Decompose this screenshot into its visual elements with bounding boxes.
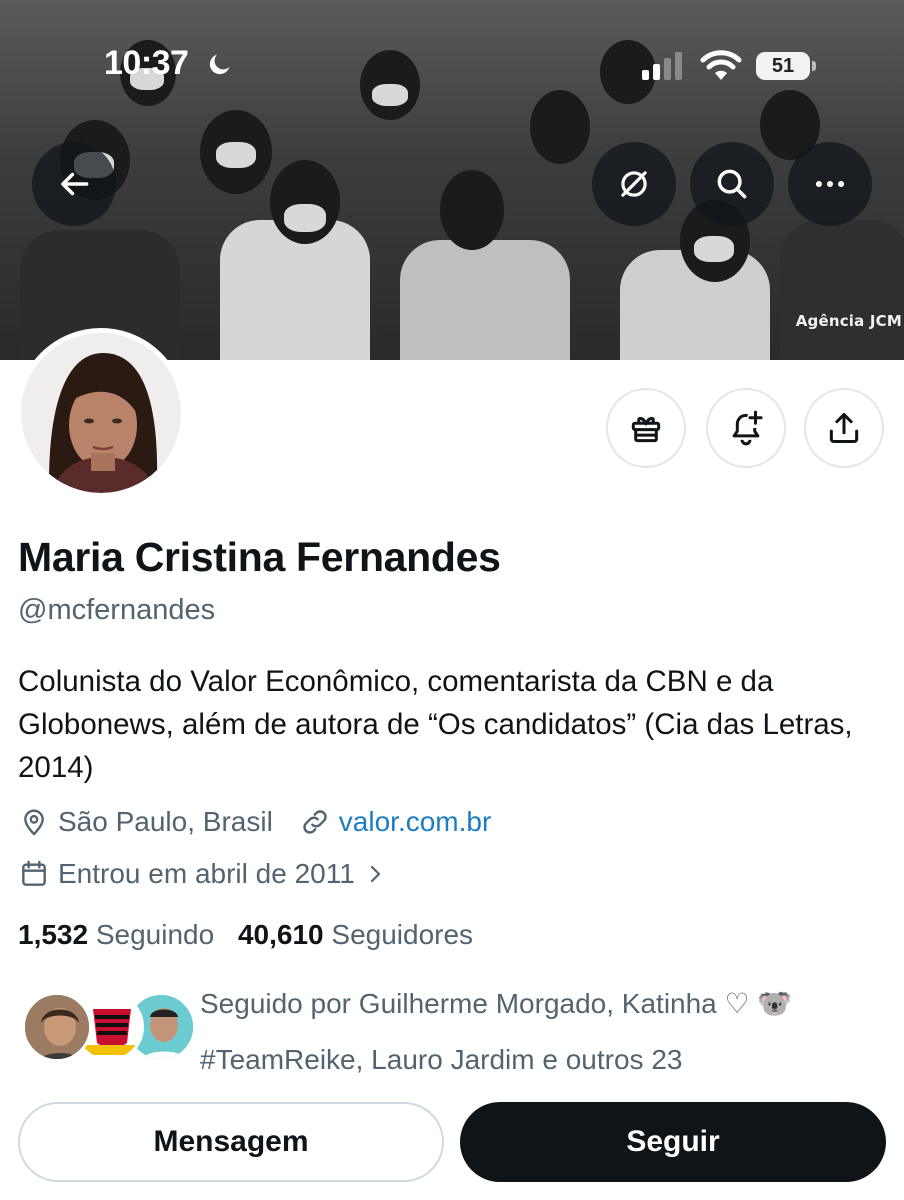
chevron-right-icon <box>370 865 380 883</box>
person-portrait-icon <box>21 333 181 493</box>
followers-label: Seguidores <box>331 919 474 950</box>
location-pin-icon <box>24 809 44 836</box>
follow-button[interactable]: Seguir <box>460 1102 886 1182</box>
eye-slash-icon <box>621 171 647 197</box>
link-icon <box>303 810 327 834</box>
followers-count: 40,610 <box>237 919 324 950</box>
share-button[interactable] <box>804 388 884 468</box>
follow-stats: 1,532 Seguindo 40,610 Seguidores <box>18 919 473 951</box>
share-icon <box>829 413 859 443</box>
back-arrow-icon <box>61 172 89 196</box>
following-label: Seguindo <box>95 919 215 950</box>
battery-level: 51 <box>756 52 810 80</box>
followed-by-avatars[interactable] <box>22 992 196 1064</box>
profile-website-link[interactable]: valor.com.br <box>339 806 492 838</box>
battery-indicator: 51 <box>756 52 816 80</box>
profile-bio: Colunista do Valor Econômico, comentaris… <box>18 665 853 784</box>
profile-meta-row: São Paulo, Brasil valor.com.br <box>18 806 491 838</box>
avatar-photo <box>21 333 181 493</box>
profile-handle: @mcfernandes <box>18 594 216 626</box>
gift-button[interactable] <box>606 388 686 468</box>
follower-avatar <box>22 992 92 1062</box>
battery-tip <box>812 61 816 71</box>
following-count: 1,532 <box>18 919 89 950</box>
bell-plus-icon <box>732 410 763 446</box>
search-icon <box>717 169 747 199</box>
followed-by-line2: #TeamReike, Lauro Jardim e outros 23 <box>200 1044 683 1075</box>
followers-link[interactable]: 40,610 Seguidores <box>238 919 473 950</box>
profile-joined-date: Entrou em abril de 2011 <box>58 858 355 889</box>
search-button[interactable] <box>690 142 774 226</box>
signal-icon <box>642 52 682 80</box>
message-button[interactable]: Mensagem <box>18 1102 444 1182</box>
profile-location: São Paulo, Brasil <box>58 806 273 837</box>
banner-photo-credit: Agência JCM <box>795 312 902 330</box>
moon-icon <box>209 54 230 75</box>
followed-by-text[interactable]: Seguido por Guilherme Morgado, Katinha ♡… <box>200 976 890 1088</box>
followed-by-line1: Seguido por Guilherme Morgado, Katinha ♡… <box>200 988 793 1019</box>
profile-avatar[interactable] <box>16 328 186 498</box>
back-button[interactable] <box>32 142 116 226</box>
following-link[interactable]: 1,532 Seguindo <box>18 919 214 950</box>
notifications-button[interactable] <box>706 388 786 468</box>
calendar-icon <box>22 860 46 886</box>
more-button[interactable] <box>788 142 872 226</box>
wifi-icon <box>700 50 742 80</box>
status-time: 10:37 <box>104 44 189 82</box>
gift-icon <box>631 416 661 443</box>
more-icon <box>815 180 845 188</box>
joined-date-row[interactable]: Entrou em abril de 2011 <box>18 858 395 890</box>
profile-name: Maria Cristina Fernandes <box>18 534 501 580</box>
translate-off-button[interactable] <box>592 142 676 226</box>
